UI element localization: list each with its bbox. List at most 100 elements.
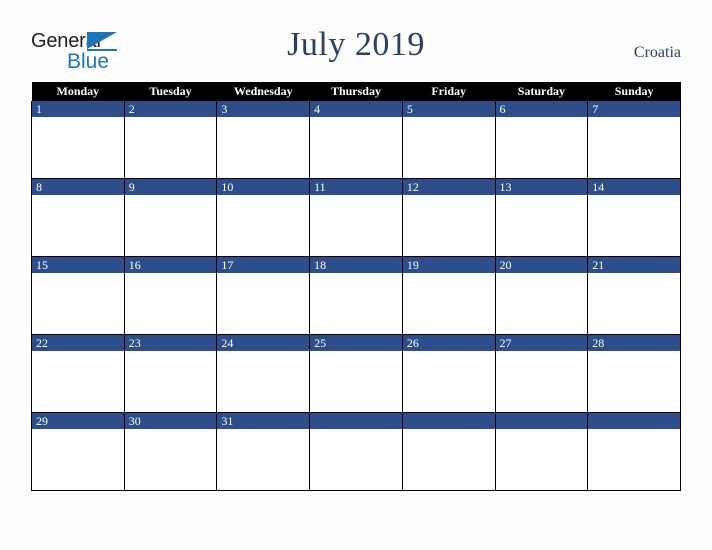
day-note-area[interactable] [32, 195, 124, 256]
day-note-area[interactable] [402, 429, 495, 490]
day-note-area[interactable] [217, 429, 310, 490]
day-note-area[interactable] [32, 351, 124, 412]
day-number: 4 [310, 101, 402, 117]
calendar-page: General Blue July 2019 Croatia Monday Tu… [0, 0, 712, 550]
calendar-day-cell[interactable]: 6 [494, 101, 589, 179]
day-note-area[interactable] [310, 117, 402, 178]
calendar-day-cell[interactable]: 18 [309, 256, 403, 335]
day-number: 31 [217, 413, 310, 429]
calendar-day-cell[interactable]: 28 [587, 334, 681, 413]
calendar-day-cell[interactable]: 29 [31, 412, 125, 491]
calendar-day-cell[interactable]: 23 [123, 334, 218, 413]
calendar-day-cell[interactable]: 12 [401, 178, 496, 257]
calendar-day-cell[interactable]: 4 [309, 101, 403, 179]
day-number [402, 413, 495, 429]
calendar-day-cell[interactable]: 24 [216, 334, 311, 413]
calendar-day-cell-empty[interactable] [401, 412, 496, 491]
calendar-day-cell[interactable]: 26 [401, 334, 496, 413]
calendar-day-cell[interactable]: 15 [31, 256, 125, 335]
calendar-day-cell[interactable]: 1 [31, 101, 125, 179]
day-note-area[interactable] [32, 429, 124, 490]
calendar-day-cell[interactable]: 31 [216, 412, 311, 491]
day-note-area[interactable] [495, 429, 588, 490]
day-note-area[interactable] [32, 273, 124, 334]
calendar-day-cell[interactable]: 9 [123, 178, 218, 257]
weekday-header-sunday: Sunday [587, 82, 681, 101]
calendar-day-cell[interactable]: 21 [587, 256, 681, 335]
day-number: 20 [495, 257, 588, 273]
day-note-area[interactable] [495, 351, 588, 412]
day-note-area[interactable] [217, 273, 310, 334]
weekday-header-friday: Friday [402, 82, 496, 101]
calendar-day-cell[interactable]: 3 [216, 101, 311, 179]
day-note-area[interactable] [32, 117, 124, 178]
day-note-area[interactable] [310, 429, 402, 490]
day-number: 24 [217, 335, 310, 351]
calendar-day-cell[interactable]: 22 [31, 334, 125, 413]
calendar-day-cell-empty[interactable] [494, 412, 589, 491]
day-number: 9 [124, 179, 217, 195]
day-note-area[interactable] [402, 273, 495, 334]
day-number [495, 413, 588, 429]
day-note-area[interactable] [310, 273, 402, 334]
day-note-area[interactable] [402, 195, 495, 256]
calendar-day-cell[interactable]: 30 [123, 412, 218, 491]
day-number: 25 [310, 335, 402, 351]
calendar-day-cell-empty[interactable] [587, 412, 681, 491]
day-number: 27 [495, 335, 588, 351]
day-note-area[interactable] [217, 117, 310, 178]
calendar-day-cell[interactable]: 7 [587, 101, 681, 179]
calendar-day-cell[interactable]: 16 [123, 256, 218, 335]
day-note-area[interactable] [588, 195, 680, 256]
calendar-day-cell[interactable]: 2 [123, 101, 218, 179]
day-note-area[interactable] [588, 351, 680, 412]
day-note-area[interactable] [124, 117, 217, 178]
calendar-day-cell[interactable]: 13 [494, 178, 589, 257]
day-number: 15 [32, 257, 124, 273]
day-note-area[interactable] [588, 273, 680, 334]
day-number: 21 [588, 257, 680, 273]
day-note-area[interactable] [310, 351, 402, 412]
day-number: 26 [402, 335, 495, 351]
calendar-day-cell[interactable]: 10 [216, 178, 311, 257]
day-note-area[interactable] [402, 351, 495, 412]
calendar-day-cell[interactable]: 17 [216, 256, 311, 335]
calendar-day-cell[interactable]: 25 [309, 334, 403, 413]
calendar-day-cell[interactable]: 11 [309, 178, 403, 257]
day-number: 19 [402, 257, 495, 273]
calendar-day-cell[interactable]: 5 [401, 101, 496, 179]
calendar-day-cell[interactable]: 27 [494, 334, 589, 413]
calendar-day-cell-empty[interactable] [309, 412, 403, 491]
day-note-area[interactable] [495, 117, 588, 178]
calendar-day-cell[interactable]: 14 [587, 178, 681, 257]
weekday-header-thursday: Thursday [309, 82, 403, 101]
day-number: 8 [32, 179, 124, 195]
day-note-area[interactable] [402, 117, 495, 178]
day-note-area[interactable] [310, 195, 402, 256]
calendar-day-cell[interactable]: 20 [494, 256, 589, 335]
day-number: 29 [32, 413, 124, 429]
day-number: 30 [124, 413, 217, 429]
day-note-area[interactable] [124, 273, 217, 334]
day-note-area[interactable] [495, 195, 588, 256]
day-note-area[interactable] [124, 351, 217, 412]
calendar-week-row: 29 30 31 [31, 412, 681, 491]
region-label: Croatia [633, 44, 681, 61]
day-note-area[interactable] [124, 195, 217, 256]
day-number [310, 413, 402, 429]
day-note-area[interactable] [495, 273, 588, 334]
day-number: 14 [588, 179, 680, 195]
day-note-area[interactable] [588, 429, 680, 490]
day-note-area[interactable] [124, 429, 217, 490]
day-note-area[interactable] [217, 195, 310, 256]
calendar-week-row: 22 23 24 25 26 27 28 [31, 334, 681, 413]
calendar-week-row: 15 16 17 18 19 20 21 [31, 256, 681, 335]
day-number: 13 [495, 179, 588, 195]
calendar-day-cell[interactable]: 19 [401, 256, 496, 335]
day-note-area[interactable] [588, 117, 680, 178]
day-note-area[interactable] [217, 351, 310, 412]
page-title: July 2019 [287, 26, 425, 63]
calendar-day-cell[interactable]: 8 [31, 178, 125, 257]
calendar-week-row: 1 2 3 4 5 6 7 [31, 101, 681, 179]
day-number: 17 [217, 257, 310, 273]
